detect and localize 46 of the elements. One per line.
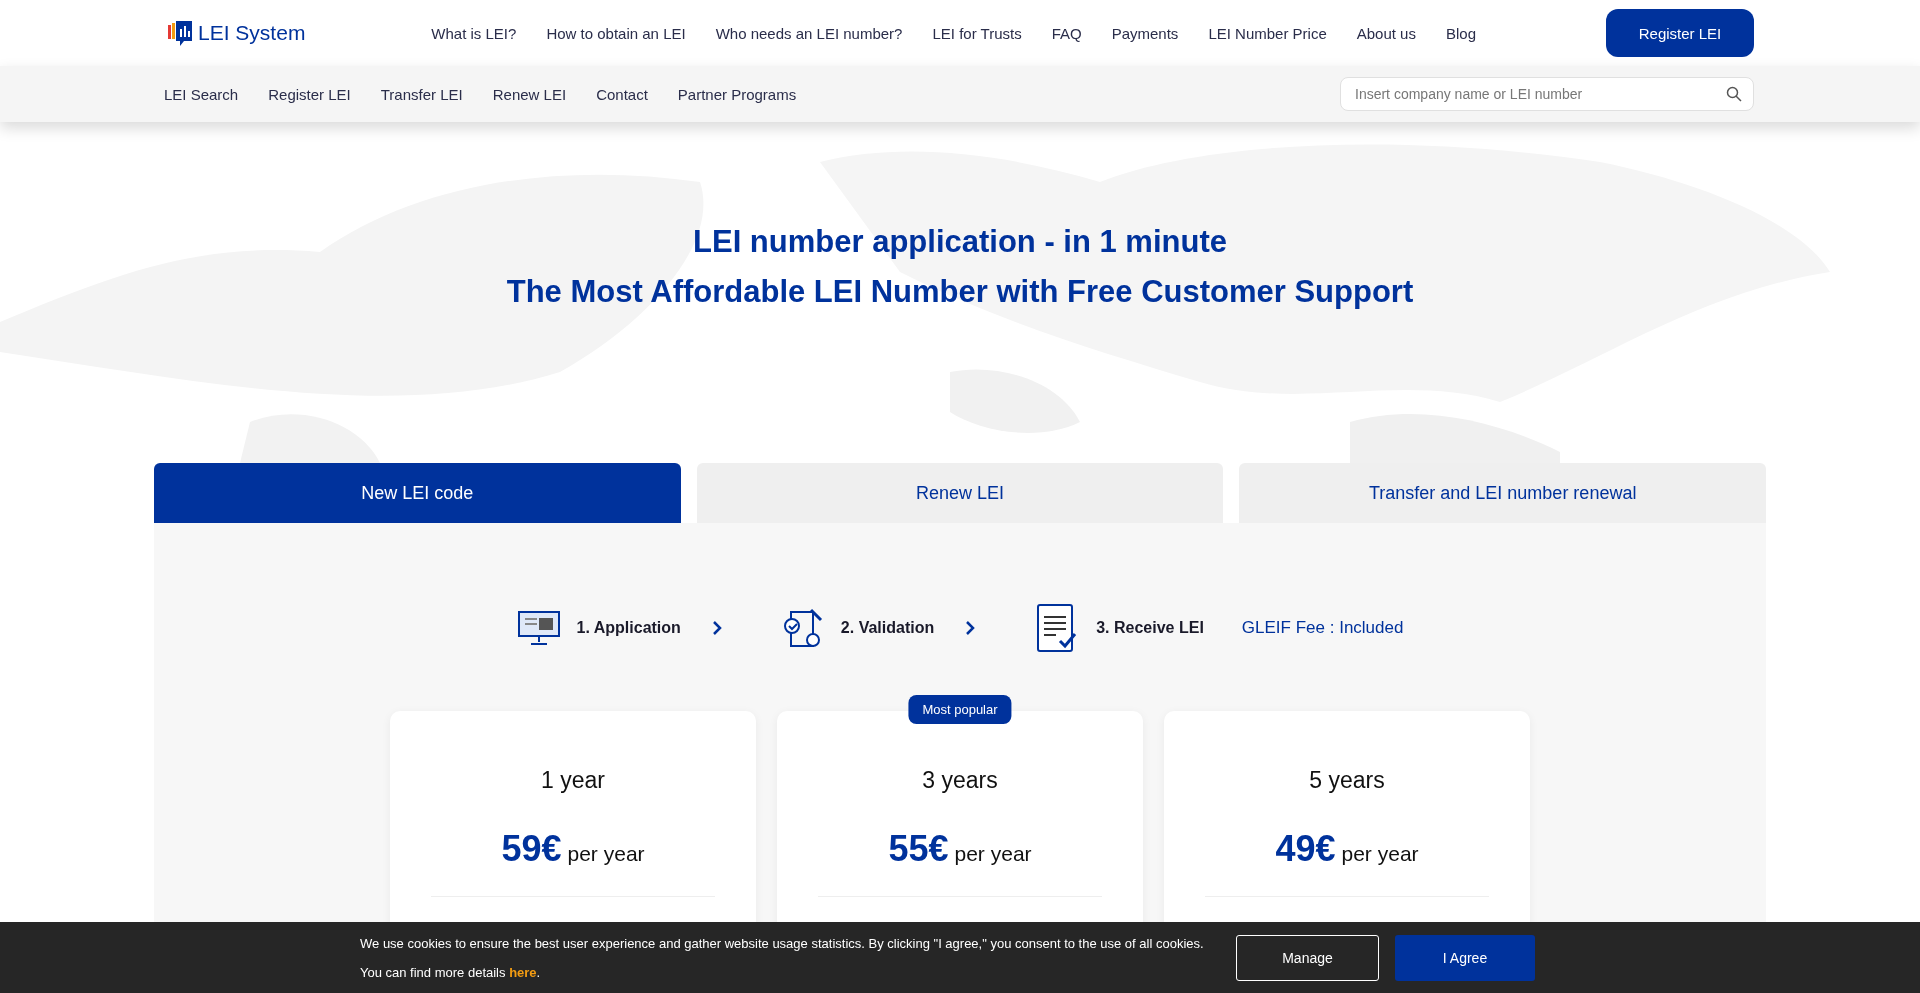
price-unit: per year — [1341, 842, 1419, 866]
search-field[interactable]: Insert company name or LEI number — [1340, 77, 1754, 111]
manage-button[interactable]: Manage — [1236, 934, 1379, 981]
subnav-link[interactable]: Contact — [596, 85, 648, 103]
computer-icon — [516, 610, 561, 646]
fee-note: GLEIF Fee : Included — [1241, 618, 1404, 638]
nav-link[interactable]: Blog — [1445, 24, 1476, 42]
nav-link[interactable]: How to obtain an LEI — [546, 24, 686, 42]
nav-link[interactable]: What is LEI? — [431, 24, 517, 42]
nav-link[interactable]: LEI for Trusts — [932, 24, 1022, 42]
price-unit: per year — [567, 842, 645, 866]
details-link[interactable]: here — [509, 964, 537, 980]
register-button[interactable]: Register LEI — [1606, 9, 1754, 57]
subnav-link[interactable]: Partner Programs — [677, 85, 797, 103]
cookie-text: We use cookies to ensure the best user experience and gather website usage statistics. By clicking "I agree," you consent to the use of all cookies. You can find more details here. — [360, 934, 1205, 982]
subnav-link[interactable]: Register LEI — [268, 85, 351, 103]
chevron-icon — [710, 619, 723, 637]
nav-link[interactable]: LEI Number Price — [1208, 24, 1327, 42]
nav-link[interactable]: About us — [1356, 24, 1416, 42]
plan-tab[interactable]: Transfer and LEI number renewal — [1239, 463, 1766, 523]
plan-price: 59€ — [501, 828, 562, 870]
nav-link[interactable]: Payments — [1111, 24, 1179, 42]
step-label: 1. Application — [576, 619, 681, 637]
plan-price: 49€ — [1275, 828, 1336, 870]
search-icon[interactable] — [1726, 86, 1742, 102]
agree-button[interactable]: I Agree — [1395, 934, 1535, 981]
plan-term: 3 years — [922, 767, 998, 794]
hero-subtitle: The Most Affordable LEI Number with Free Customer Support — [506, 274, 1414, 310]
hero-title: LEI number application - in 1 minute — [693, 224, 1227, 260]
plan-term: 5 years — [1309, 767, 1385, 794]
plan-term: 1 year — [541, 767, 605, 794]
step-label: 3. Receive LEI — [1096, 619, 1204, 637]
price-unit: per year — [954, 842, 1032, 866]
logo-icon — [168, 19, 194, 47]
plan-price: 55€ — [888, 828, 949, 870]
nav-link[interactable]: Who needs an LEI number? — [715, 24, 903, 42]
logo-text[interactable]: LEI System — [198, 21, 306, 45]
plan-tab[interactable]: Renew LEI — [696, 463, 1224, 523]
subnav-link[interactable]: LEI Search — [164, 85, 239, 103]
plan-tab[interactable]: New LEI code — [154, 463, 681, 523]
popular-badge: Most popular — [908, 695, 1012, 724]
subnav-link[interactable]: Transfer LEI — [380, 85, 463, 103]
step-label: 2. Validation — [840, 619, 935, 637]
subnav-link[interactable]: Renew LEI — [492, 85, 567, 103]
chevron-icon — [964, 619, 977, 637]
nav-link[interactable]: FAQ — [1051, 24, 1082, 42]
